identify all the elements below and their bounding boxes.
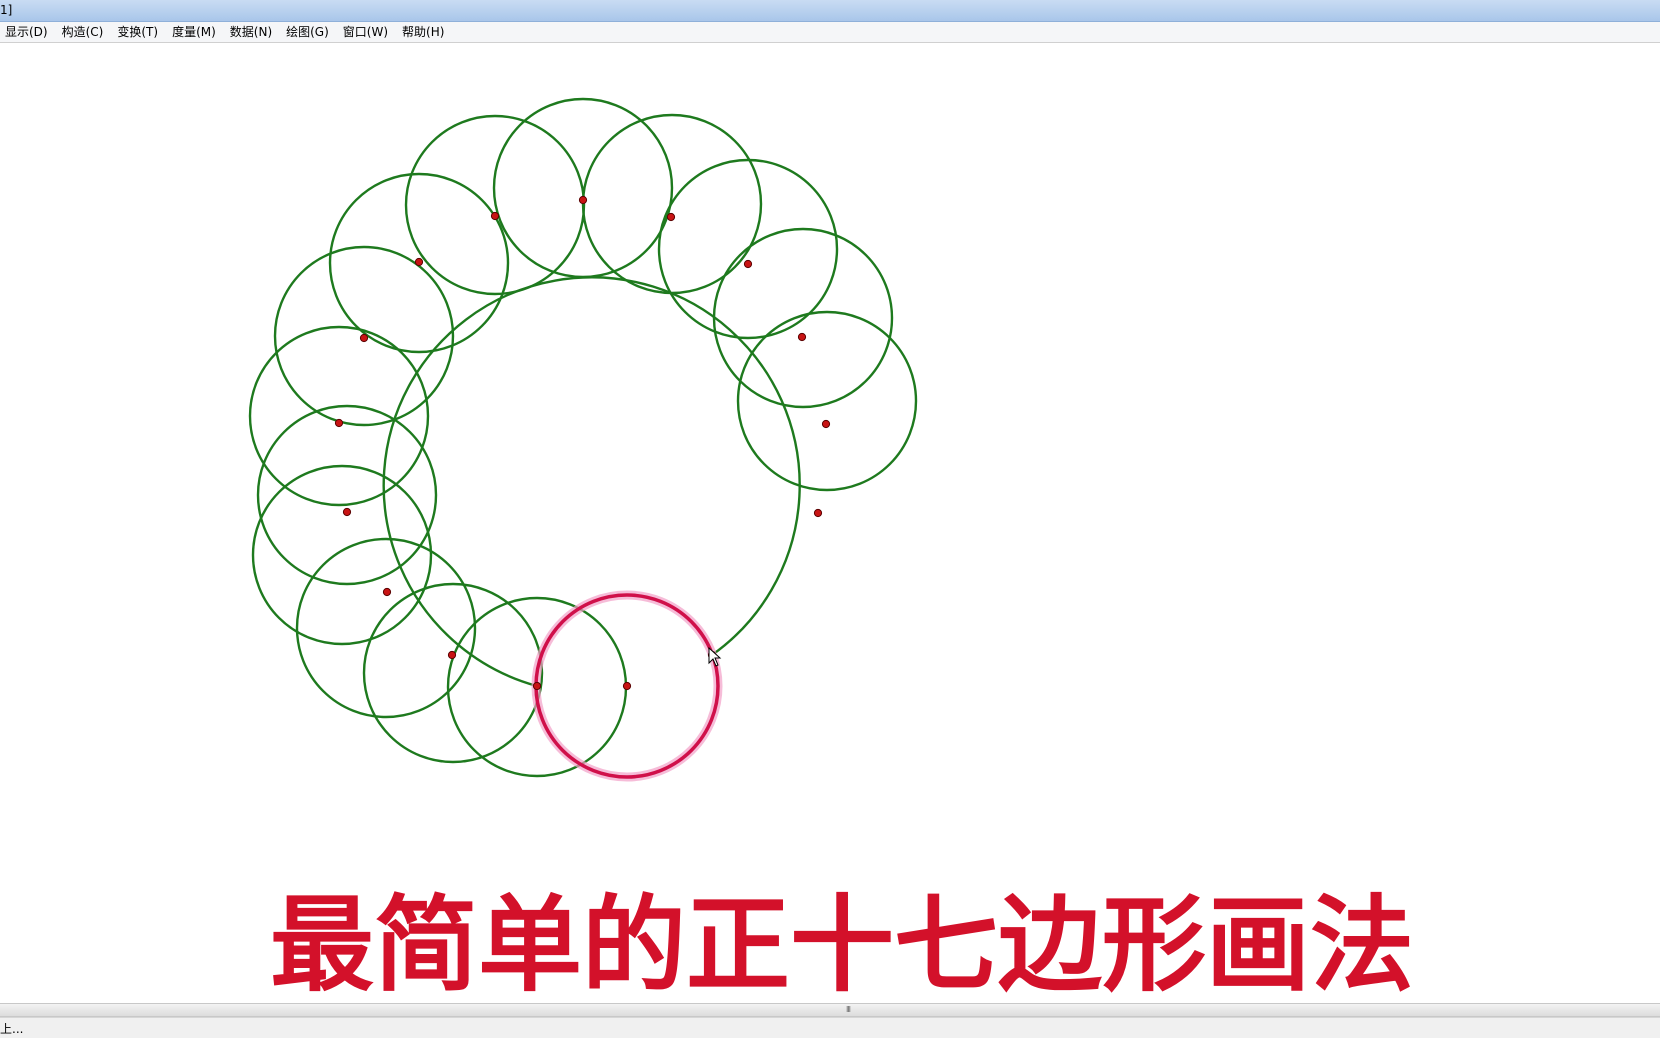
construction-circle (736, 310, 918, 492)
menu-window[interactable]: 窗口(W) (336, 22, 395, 42)
window-title: 1] (0, 3, 13, 17)
menu-measure[interactable]: 度量(M) (165, 22, 223, 42)
status-bar: 上... (0, 1017, 1660, 1038)
sketch-canvas[interactable]: 最简单的正十七边形画法 (0, 43, 1660, 1006)
vertex-point (813, 508, 823, 518)
headline-title: 最简单的正十七边形画法 (270, 884, 1415, 1006)
app-window: 1] 显示(D) 构造(C) 变换(T) 度量(M) 数据(N) 绘图(G) 窗… (0, 0, 1660, 1038)
vertex-point (532, 681, 542, 691)
vertex-point (334, 418, 344, 428)
menu-construct[interactable]: 构造(C) (55, 22, 111, 42)
construction-circle (362, 582, 544, 764)
menu-display[interactable]: 显示(D) (0, 22, 55, 42)
vertex-point (447, 650, 457, 660)
vertex-point (490, 211, 500, 221)
vertex-point (821, 419, 831, 429)
vertex-point (342, 507, 352, 517)
scrollbar-grip-icon[interactable]: III (843, 1005, 853, 1014)
vertex-point (578, 195, 588, 205)
main-circle-arc (382, 276, 801, 688)
vertex-point (382, 587, 392, 597)
vertex-point (359, 333, 369, 343)
menu-transform[interactable]: 变换(T) (110, 22, 165, 42)
geometry-drawing[interactable] (0, 43, 1660, 1003)
title-bar[interactable]: 1] (0, 0, 1660, 22)
menu-graph[interactable]: 绘图(G) (279, 22, 336, 42)
vertex-point (797, 332, 807, 342)
menu-help[interactable]: 帮助(H) (395, 22, 451, 42)
vertex-point (414, 257, 424, 267)
vertex-point (743, 259, 753, 269)
points-layer (334, 195, 831, 691)
vertex-point (622, 681, 632, 691)
menu-bar: 显示(D) 构造(C) 变换(T) 度量(M) 数据(N) 绘图(G) 窗口(W… (0, 22, 1660, 43)
vertex-point (666, 212, 676, 222)
status-text: 上... (0, 1022, 24, 1036)
horizontal-scrollbar[interactable]: III (0, 1003, 1660, 1017)
menu-data[interactable]: 数据(N) (223, 22, 279, 42)
